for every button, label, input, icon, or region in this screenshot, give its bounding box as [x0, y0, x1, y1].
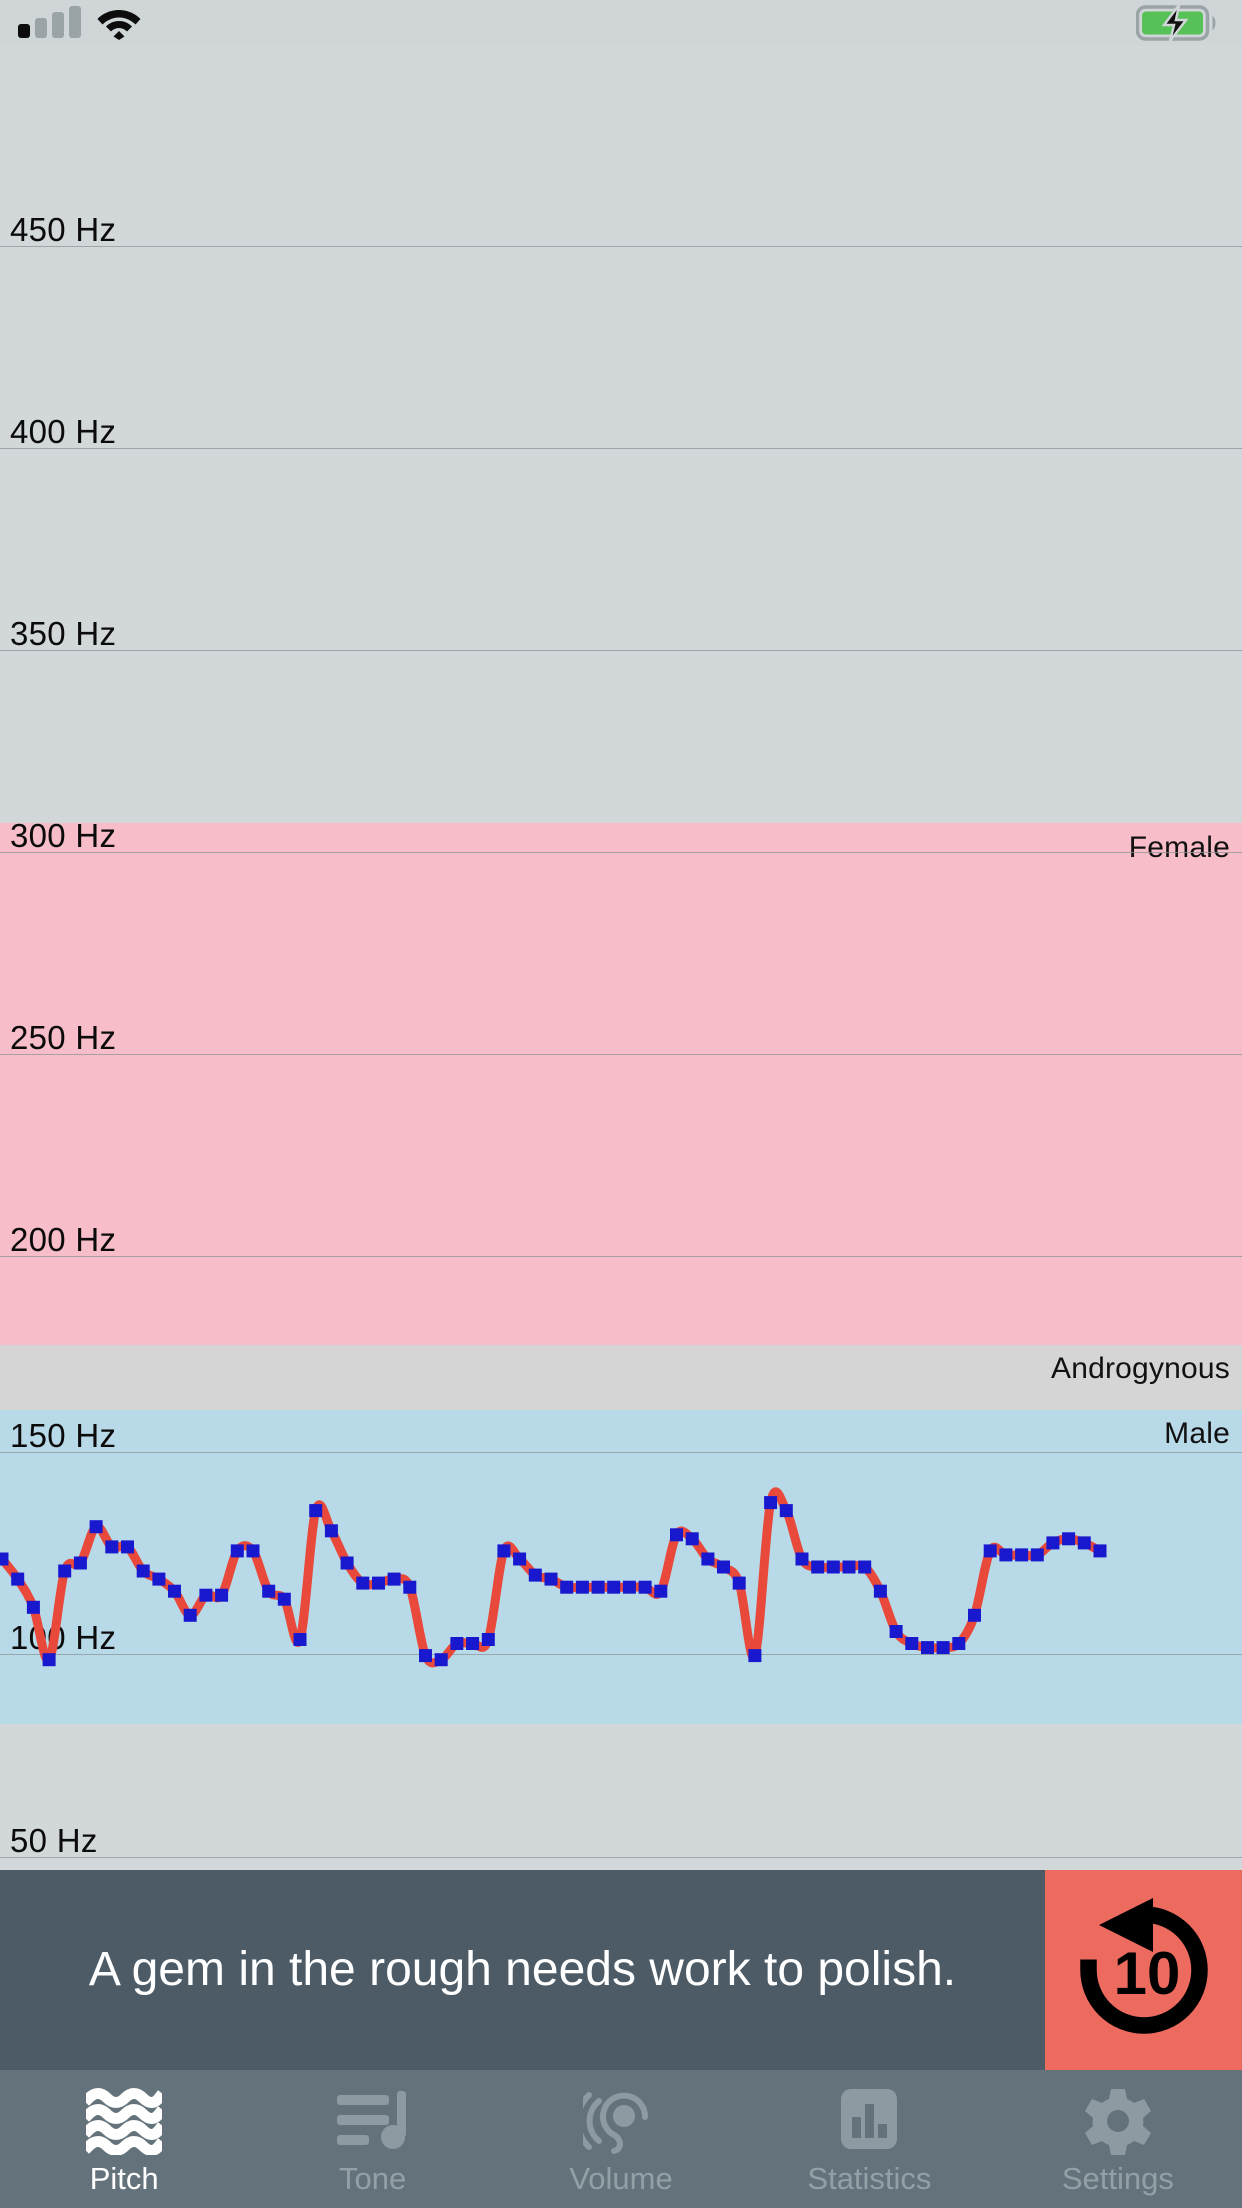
- pitch-point: [889, 1625, 903, 1638]
- pitch-point: [1046, 1536, 1060, 1550]
- pitch-point: [607, 1580, 621, 1594]
- music-note-list-icon: [335, 2085, 411, 2157]
- pitch-point: [419, 1649, 432, 1663]
- pitch-point: [403, 1580, 417, 1594]
- pitch-point: [826, 1560, 840, 1574]
- waves-icon: [86, 2085, 163, 2157]
- pitch-point: [764, 1496, 778, 1510]
- rewind-10-icon: 10: [1079, 1898, 1208, 2034]
- tab-statistics-label: Statistics: [807, 2160, 932, 2196]
- pitch-point: [11, 1572, 25, 1586]
- pitch-point: [842, 1560, 856, 1574]
- pitch-point: [685, 1532, 699, 1546]
- pitch-point: [497, 1544, 511, 1558]
- pitch-point: [121, 1540, 134, 1554]
- rewind-10-button[interactable]: 10: [1045, 1870, 1242, 2070]
- pitch-point: [717, 1560, 730, 1574]
- pitch-point: [466, 1637, 480, 1650]
- pitch-point: [873, 1584, 887, 1598]
- pitch-point: [622, 1580, 636, 1594]
- pitch-point: [246, 1544, 260, 1558]
- pitch-point: [277, 1592, 291, 1606]
- pitch-point: [701, 1552, 715, 1566]
- pitch-point: [168, 1584, 181, 1598]
- pitch-point: [0, 1552, 9, 1566]
- pitch-point: [575, 1580, 589, 1594]
- pitch-point: [1093, 1544, 1107, 1558]
- pitch-point: [779, 1504, 793, 1518]
- pitch-point: [999, 1548, 1013, 1562]
- battery-charging-icon: [1136, 4, 1220, 42]
- pitch-point: [42, 1653, 56, 1667]
- pitch-point: [936, 1641, 950, 1655]
- status-bar: [0, 0, 1242, 46]
- pitch-point: [513, 1552, 527, 1566]
- pitch-point: [528, 1568, 542, 1582]
- pitch-point: [811, 1560, 825, 1574]
- pitch-point: [309, 1504, 323, 1518]
- pitch-point: [230, 1544, 244, 1558]
- tab-tone-label: Tone: [338, 2160, 407, 2196]
- pitch-point: [481, 1633, 495, 1646]
- rewind-seconds-label: 10: [1113, 1940, 1180, 2007]
- pitch-point: [591, 1580, 605, 1594]
- pitch-point: [26, 1600, 40, 1614]
- pitch-point: [560, 1580, 574, 1594]
- ear-icon: [583, 2085, 659, 2157]
- pitch-point: [372, 1576, 385, 1590]
- pitch-point: [136, 1564, 150, 1578]
- pitch-point: [105, 1540, 119, 1554]
- pitch-point: [654, 1584, 668, 1598]
- pitch-point: [1062, 1532, 1076, 1546]
- pitch-chart[interactable]: Female Androgynous Male 450 Hz 400 Hz 35…: [0, 46, 1242, 1870]
- caption-text: A gem in the rough needs work to polish.: [88, 1943, 957, 1996]
- tab-volume-label: Volume: [569, 2160, 673, 2196]
- pitch-point: [356, 1576, 370, 1590]
- wifi-icon: [97, 6, 141, 40]
- pitch-point: [450, 1637, 464, 1650]
- pitch-point: [324, 1524, 338, 1538]
- tab-statistics[interactable]: Statistics: [745, 2070, 993, 2208]
- pitch-point: [199, 1588, 213, 1602]
- pitch-point: [795, 1552, 809, 1566]
- tab-tone[interactable]: Tone: [248, 2070, 496, 2208]
- pitch-point: [670, 1528, 683, 1542]
- pitch-point: [638, 1580, 652, 1594]
- pitch-point: [340, 1556, 354, 1570]
- tab-settings-label: Settings: [1061, 2160, 1174, 2196]
- pitch-point: [544, 1572, 558, 1586]
- tab-pitch[interactable]: Pitch: [0, 2070, 248, 2208]
- pitch-point: [952, 1637, 966, 1650]
- pitch-point: [748, 1649, 762, 1663]
- pitch-point: [387, 1572, 401, 1586]
- pitch-point: [1077, 1536, 1091, 1550]
- pitch-point: [1030, 1548, 1044, 1562]
- tab-volume[interactable]: Volume: [497, 2070, 745, 2208]
- pitch-point: [921, 1641, 934, 1655]
- caption-bar: A gem in the rough needs work to polish.…: [0, 1870, 1242, 2070]
- pitch-point: [905, 1637, 919, 1650]
- bar-chart-icon: [831, 2085, 907, 2157]
- pitch-point: [262, 1584, 276, 1598]
- tab-settings[interactable]: Settings: [994, 2070, 1242, 2208]
- tab-pitch-label: Pitch: [89, 2160, 159, 2196]
- cellular-signal-icon: [18, 6, 81, 38]
- pitch-point: [732, 1576, 746, 1590]
- pitch-point: [89, 1520, 103, 1534]
- pitch-point: [215, 1588, 229, 1602]
- pitch-point: [293, 1633, 307, 1646]
- pitch-point: [434, 1653, 448, 1667]
- pitch-point: [58, 1564, 72, 1578]
- pitch-trace: [0, 1487, 1107, 1668]
- pitch-point: [968, 1608, 981, 1622]
- pitch-point: [1015, 1548, 1029, 1562]
- tab-bar: Pitch Tone Volume Statistics Settings: [0, 2070, 1242, 2208]
- pitch-point: [858, 1560, 872, 1574]
- pitch-point: [983, 1544, 997, 1558]
- pitch-point: [183, 1608, 197, 1622]
- pitch-point: [152, 1572, 166, 1586]
- pitch-point: [73, 1556, 87, 1570]
- gear-icon: [1080, 2085, 1156, 2157]
